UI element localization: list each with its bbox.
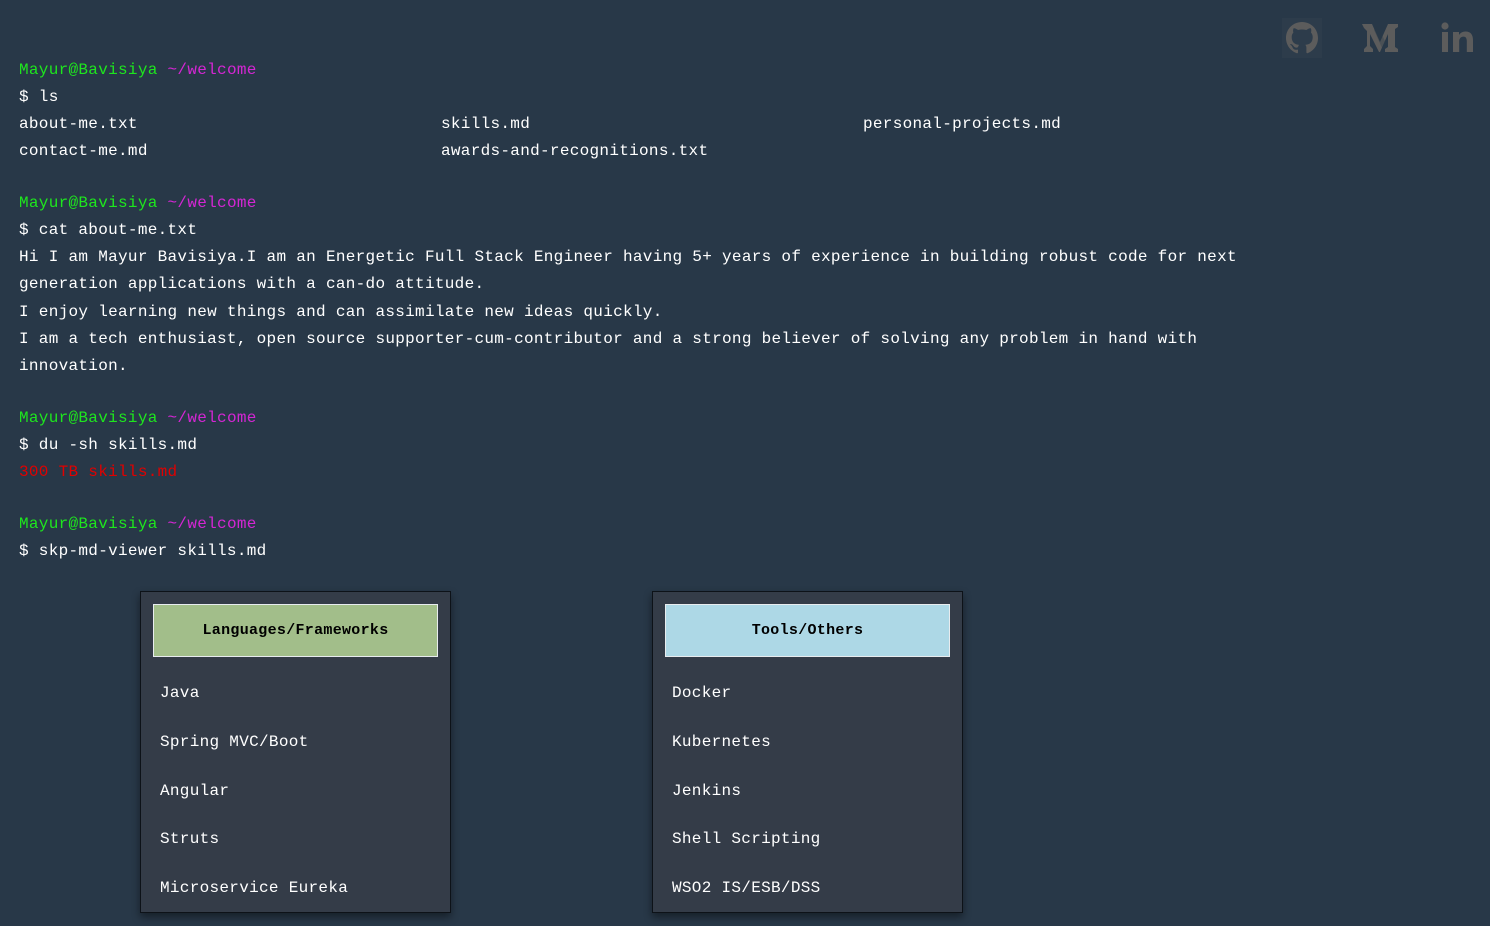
file-about-me[interactable]: about-me.txt (19, 111, 138, 138)
tools-card-title: Tools/Others (665, 604, 950, 657)
list-item: Jenkins (672, 781, 742, 800)
prompt-user: Mayur@Bavisiya (19, 61, 158, 79)
command-cat: $ cat about-me.txt (19, 221, 198, 239)
tools-list: Docker Kubernetes Jenkins Shell Scriptin… (672, 680, 821, 924)
about-paragraph-1: Hi I am Mayur Bavisiya.I am an Energetic… (19, 248, 1237, 294)
list-item: Shell Scripting (672, 830, 821, 849)
github-icon[interactable] (1280, 18, 1324, 58)
prompt-line: Mayur@Bavisiya ~/welcome (19, 190, 1239, 217)
about-paragraph-3: I am a tech enthusiast, open source supp… (19, 329, 1198, 376)
about-paragraph-2: I enjoy learning new things and can assi… (19, 302, 663, 321)
prompt-path: ~/welcome (167, 61, 257, 79)
list-item: WSO2 IS/ESB/DSS (672, 879, 821, 897)
prompt-line: Mayur@Bavisiya ~/welcome (19, 511, 1239, 538)
file-personal-projects[interactable]: personal-projects.md (863, 111, 1061, 138)
prompt-user: Mayur@Bavisiya (19, 409, 158, 428)
prompt-line: Mayur@Bavisiya ~/welcome (19, 57, 1239, 84)
file-contact-me[interactable]: contact-me.md (19, 138, 148, 165)
languages-card: Languages/Frameworks Java Spring MVC/Boo… (140, 591, 451, 913)
terminal: Mayur@Bavisiya ~/welcome $ ls about-me.t… (19, 57, 1239, 565)
command-du: $ du -sh skills.md (19, 436, 198, 455)
file-skills[interactable]: skills.md (441, 111, 530, 138)
prompt-line: Mayur@Bavisiya ~/welcome (19, 405, 1239, 432)
list-item: Kubernetes (672, 732, 772, 751)
prompt-path: ~/welcome (167, 515, 257, 534)
file-list: about-me.txt skills.md personal-projects… (19, 111, 1239, 165)
linkedin-icon[interactable] (1436, 18, 1480, 58)
prompt-path: ~/welcome (167, 194, 257, 212)
file-awards[interactable]: awards-and-recognitions.txt (441, 138, 708, 165)
prompt-path: ~/welcome (167, 409, 257, 428)
list-item: Java (160, 684, 200, 702)
prompt-user: Mayur@Bavisiya (19, 194, 158, 212)
languages-card-title: Languages/Frameworks (153, 604, 438, 657)
command-ls: $ ls (19, 88, 59, 106)
list-item: Docker (672, 684, 732, 702)
list-item: Angular (160, 781, 230, 800)
list-item: Spring MVC/Boot (160, 732, 309, 751)
du-output: 300 TB skills.md (19, 463, 178, 482)
prompt-user: Mayur@Bavisiya (19, 515, 158, 534)
list-item: Microservice Eureka (160, 879, 349, 897)
list-item: Struts (160, 830, 220, 849)
social-links (1270, 18, 1490, 58)
tools-card: Tools/Others Docker Kubernetes Jenkins S… (652, 591, 963, 913)
medium-icon[interactable] (1358, 18, 1402, 58)
languages-list: Java Spring MVC/Boot Angular Struts Micr… (160, 680, 348, 924)
command-viewer: $ skp-md-viewer skills.md (19, 542, 267, 561)
